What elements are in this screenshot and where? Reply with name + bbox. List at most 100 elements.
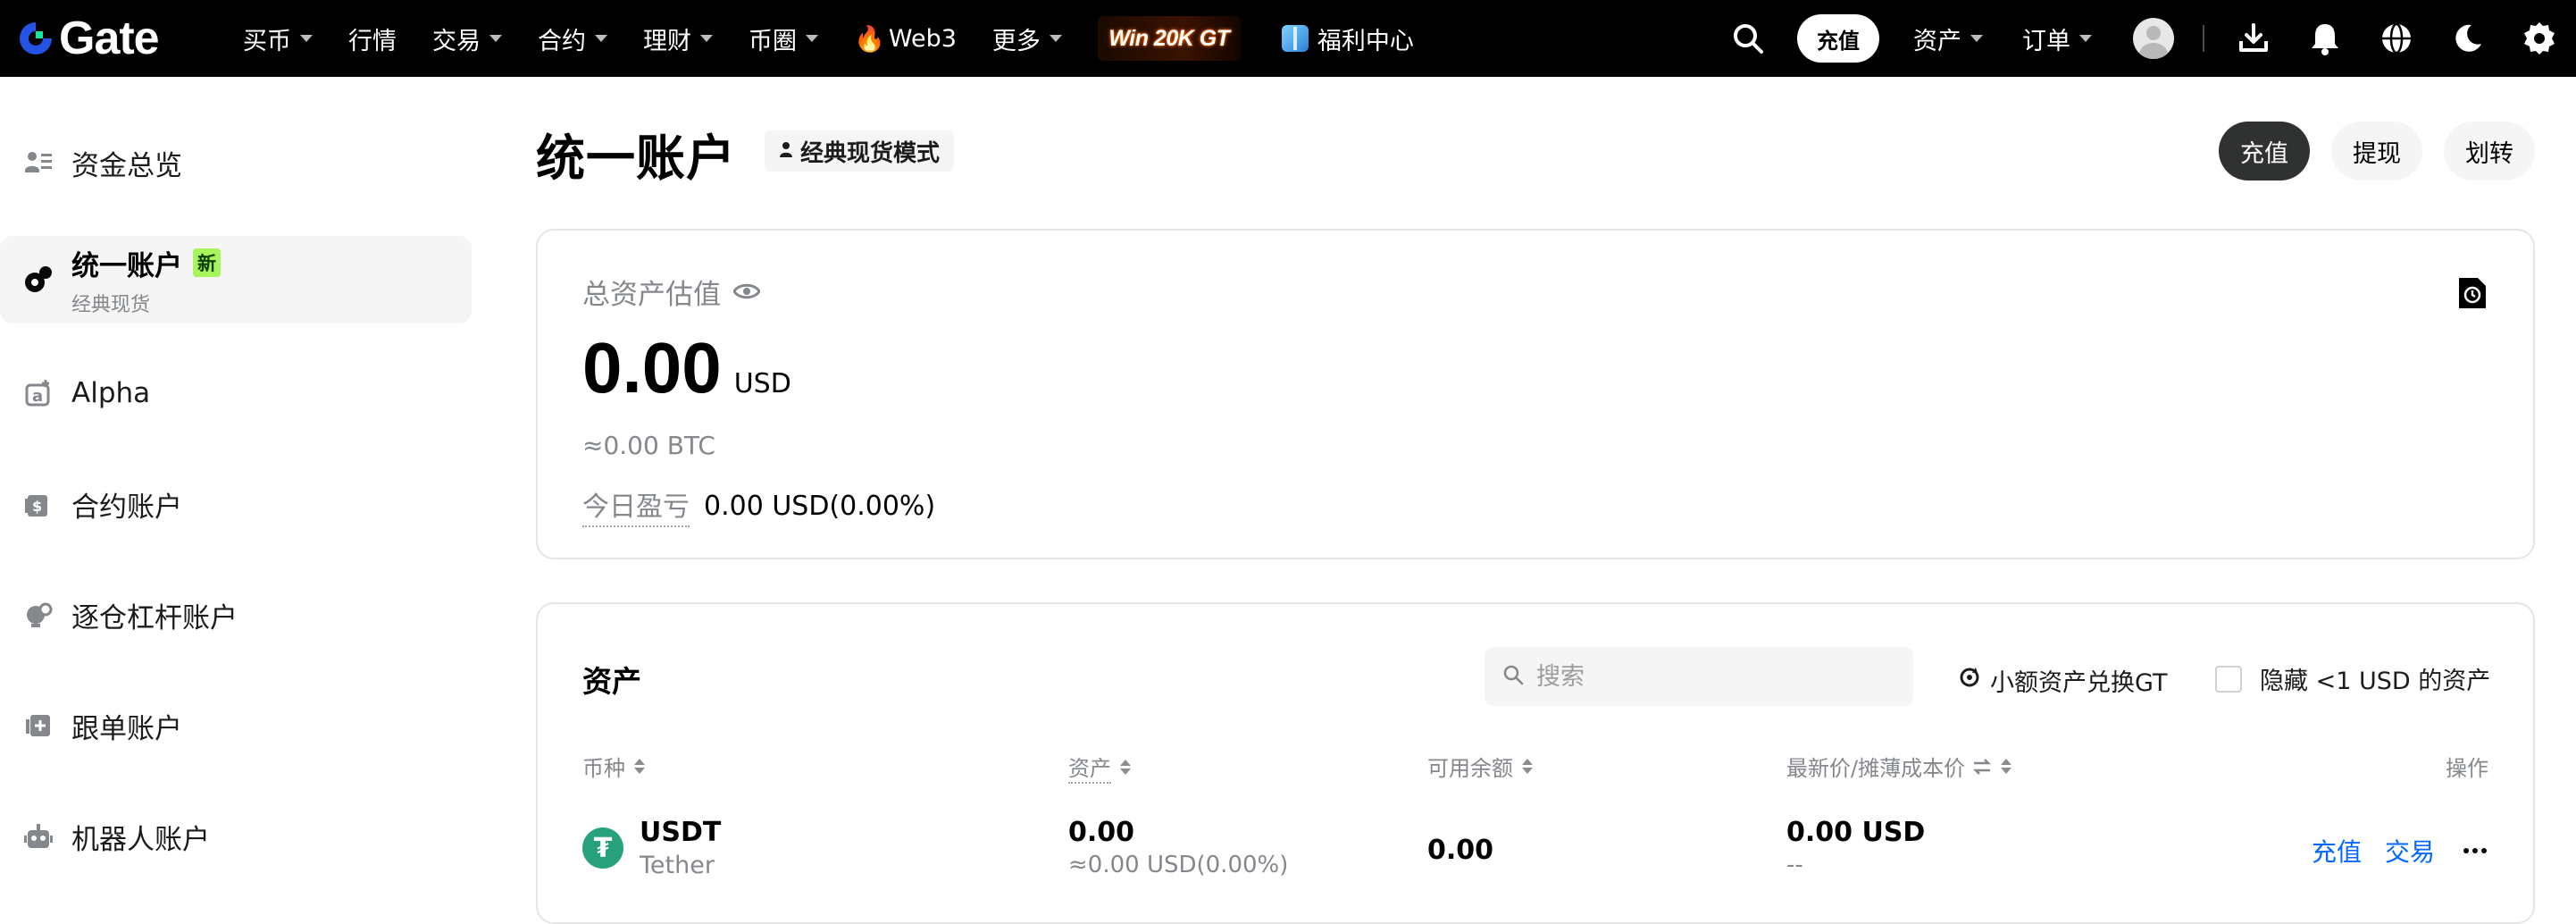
download-icon[interactable] bbox=[2233, 18, 2274, 59]
caret-down-icon bbox=[1970, 35, 1983, 42]
globe-language-icon[interactable] bbox=[2376, 18, 2417, 59]
row-trade-link[interactable]: 交易 bbox=[2385, 833, 2435, 869]
total-assets-amount-row: 0.00 USD bbox=[582, 327, 791, 409]
mode-tag-label: 经典现货模式 bbox=[800, 139, 941, 167]
swap-arrows-icon[interactable] bbox=[1972, 758, 1992, 775]
classic-spot-mode-tag[interactable]: 经典现货模式 bbox=[765, 130, 955, 172]
notification-bell-icon[interactable] bbox=[2304, 18, 2346, 59]
asset-search-box[interactable] bbox=[1485, 647, 1913, 706]
caret-down-icon bbox=[2079, 35, 2092, 42]
gate-logo-icon bbox=[20, 22, 52, 55]
assets-title: 资产 bbox=[582, 664, 641, 699]
unified-account-icon bbox=[23, 265, 54, 295]
sidebar-item-isolated-margin[interactable]: 逐仓杠杆账户 bbox=[0, 595, 472, 634]
sidebar-item-label: 资金总览 bbox=[71, 149, 182, 182]
sidebar-item-label: 机器人账户 bbox=[71, 823, 210, 856]
fund-overview-icon bbox=[23, 147, 54, 178]
more-options-icon[interactable] bbox=[2462, 848, 2488, 853]
hide-small-assets-toggle[interactable]: 隐藏 <1 USD 的资产 bbox=[2215, 661, 2490, 696]
dark-mode-moon-icon[interactable] bbox=[2447, 18, 2488, 59]
sidebar-item-label: 合约账户 bbox=[71, 491, 182, 524]
avatar[interactable] bbox=[2133, 18, 2174, 59]
sidebar-item-copy-trading[interactable]: 跟单账户 bbox=[0, 706, 472, 745]
logo-text: Gate bbox=[59, 13, 160, 64]
user-mode-icon bbox=[779, 138, 795, 164]
caret-down-icon bbox=[806, 35, 818, 42]
caret-down-icon bbox=[300, 35, 313, 42]
caret-down-icon bbox=[700, 35, 713, 42]
withdraw-button[interactable]: 提现 bbox=[2331, 122, 2422, 181]
column-header-coin[interactable]: 币种 bbox=[582, 751, 645, 782]
cost-price: -- bbox=[1786, 852, 1803, 878]
caret-down-icon bbox=[1049, 35, 1062, 42]
nav-deposit-button[interactable]: 充值 bbox=[1797, 14, 1879, 63]
nav-trade[interactable]: 交易 bbox=[432, 21, 502, 56]
column-header-price[interactable]: 最新价/摊薄成本价 bbox=[1786, 751, 2012, 782]
nav-welfare-center[interactable]: 福利中心 bbox=[1281, 21, 1414, 56]
sidebar-item-futures-account[interactable]: $ 合约账户 bbox=[0, 484, 472, 524]
copy-trading-icon bbox=[23, 710, 54, 741]
history-record-icon[interactable] bbox=[2456, 275, 2488, 315]
nav-label: 交易 bbox=[432, 27, 481, 55]
column-header-available[interactable]: 可用余额 bbox=[1427, 751, 1533, 782]
convert-refresh-icon bbox=[1958, 666, 1981, 695]
total-assets-label: 总资产估值 bbox=[582, 279, 721, 311]
table-cell-asset: 0.00 ≈0.00 USD(0.00%) bbox=[1068, 817, 1288, 878]
convert-small-assets-link[interactable]: 小额资产兑换GT bbox=[1958, 663, 2167, 698]
svg-text:$: $ bbox=[32, 498, 42, 515]
total-assets-amount: 0.00 bbox=[582, 328, 722, 407]
nav-label: 理财 bbox=[643, 27, 691, 55]
nav-orders-menu[interactable]: 订单 bbox=[2022, 21, 2092, 56]
sidebar-item-bot-account[interactable]: 机器人账户 bbox=[0, 817, 472, 856]
promo-banner[interactable]: Win 20K GT bbox=[1097, 16, 1241, 61]
column-header-assets[interactable]: 资产 bbox=[1068, 751, 1131, 784]
sort-icon bbox=[634, 759, 645, 774]
sidebar-item-label: 跟单账户 bbox=[71, 712, 182, 745]
hide-small-assets-checkbox[interactable] bbox=[2215, 665, 2242, 693]
bot-account-icon bbox=[23, 821, 54, 852]
transfer-button[interactable]: 划转 bbox=[2444, 122, 2535, 181]
nav-earn[interactable]: 理财 bbox=[643, 21, 713, 56]
nav-assets-menu[interactable]: 资产 bbox=[1913, 21, 1983, 56]
nav-label: 订单 bbox=[2022, 27, 2070, 55]
nav-crypto-circle[interactable]: 币圈 bbox=[749, 21, 818, 56]
sidebar-item-unified-account[interactable]: 统一账户 新 经典现货 bbox=[0, 236, 472, 323]
latest-price: 0.00 USD bbox=[1786, 817, 1926, 848]
row-deposit-link[interactable]: 充值 bbox=[2312, 833, 2362, 869]
coin-symbol: USDT bbox=[640, 817, 722, 848]
column-header-label: 币种 bbox=[582, 756, 625, 781]
sidebar: 资金总览 统一账户 新 经典现货 a Alpha $ 合约账户 逐仓杠杆账户 跟… bbox=[0, 77, 482, 881]
nav-more[interactable]: 更多 bbox=[992, 21, 1062, 56]
sort-icon bbox=[1120, 760, 1131, 775]
column-header-label: 操作 bbox=[2446, 756, 2488, 781]
deposit-button[interactable]: 充值 bbox=[2219, 122, 2310, 181]
column-header-actions: 操作 bbox=[2446, 751, 2488, 782]
nav-label: Web3 bbox=[888, 24, 957, 53]
table-row-coin[interactable]: ₮ USDT Tether bbox=[582, 817, 721, 879]
today-pnl-value: 0.00 USD(0.00%) bbox=[704, 490, 936, 522]
nav-markets[interactable]: 行情 bbox=[348, 21, 397, 56]
btc-equivalent: ≈0.00 BTC bbox=[582, 431, 715, 460]
gate-logo[interactable]: Gate bbox=[16, 9, 160, 68]
hide-small-assets-label: 隐藏 <1 USD 的资产 bbox=[2260, 668, 2491, 695]
isolated-margin-icon bbox=[23, 600, 54, 630]
sidebar-item-label: 逐仓杠杆账户 bbox=[71, 601, 238, 634]
new-badge: 新 bbox=[193, 248, 221, 277]
caret-down-icon bbox=[489, 35, 502, 42]
promo-text: Win 20K GT bbox=[1108, 25, 1230, 51]
page-title: 统一账户 bbox=[536, 130, 737, 187]
nav-futures[interactable]: 合约 bbox=[538, 21, 607, 56]
asset-search-input[interactable] bbox=[1536, 662, 1876, 691]
today-pnl-label[interactable]: 今日盈亏 bbox=[582, 484, 690, 527]
nav-label: 买币 bbox=[243, 27, 291, 55]
search-icon[interactable] bbox=[1727, 18, 1769, 59]
gift-box-icon bbox=[1281, 25, 1309, 52]
settings-gear-icon[interactable] bbox=[2519, 18, 2560, 59]
usdt-tether-icon: ₮ bbox=[582, 827, 623, 869]
nav-web3[interactable]: 🔥 Web3 bbox=[854, 24, 957, 54]
column-header-label: 资产 bbox=[1068, 751, 1111, 784]
sidebar-item-fund-overview[interactable]: 资金总览 bbox=[0, 143, 472, 182]
nav-buy-crypto[interactable]: 买币 bbox=[243, 21, 313, 56]
eye-visibility-icon[interactable] bbox=[732, 276, 761, 308]
sidebar-item-alpha[interactable]: a Alpha bbox=[0, 374, 472, 413]
